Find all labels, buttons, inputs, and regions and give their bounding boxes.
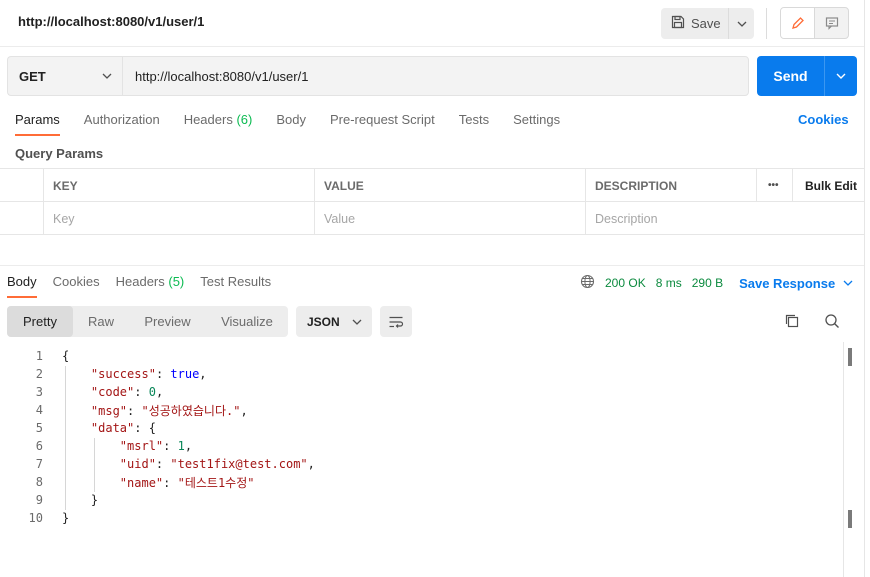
- tab-tests[interactable]: Tests: [459, 112, 489, 136]
- tab-params[interactable]: Params: [15, 112, 60, 136]
- save-button[interactable]: Save: [661, 8, 729, 39]
- send-button[interactable]: Send: [757, 56, 825, 96]
- toolbar-divider: [766, 8, 767, 39]
- response-tab-headers[interactable]: Headers (5): [116, 274, 185, 298]
- cookies-link[interactable]: Cookies: [798, 112, 849, 127]
- code-line: 2 "success": true,: [35, 367, 207, 381]
- scrollbar-marker[interactable]: [848, 510, 852, 528]
- format-select[interactable]: JSON: [296, 306, 372, 337]
- column-key: KEY: [43, 169, 314, 202]
- view-pretty-button[interactable]: Pretty: [7, 306, 73, 337]
- code-line: 8 "name": "테스트1수정": [35, 475, 255, 490]
- headers-count: (6): [236, 112, 253, 127]
- save-dropdown-button[interactable]: [729, 8, 754, 39]
- table-row: Key Value Description: [0, 202, 864, 235]
- indent-guide: [65, 366, 66, 510]
- column-description: DESCRIPTION: [585, 169, 756, 202]
- save-icon: [671, 15, 685, 32]
- indent-guide: [94, 438, 95, 492]
- pane-border: [864, 0, 865, 577]
- code-line: 1{: [35, 349, 70, 363]
- view-preview-button[interactable]: Preview: [129, 306, 206, 337]
- code-line: 10}: [28, 511, 70, 525]
- status-code[interactable]: 200 OK: [605, 276, 646, 290]
- mode-toggle: [780, 7, 849, 39]
- copy-icon[interactable]: [784, 313, 800, 332]
- response-size[interactable]: 290 B: [692, 276, 723, 290]
- save-button-group: Save: [661, 8, 754, 39]
- response-tabs: Body Cookies Headers (5) Test Results: [7, 274, 287, 298]
- response-tab-body[interactable]: Body: [7, 274, 37, 298]
- description-input[interactable]: Description: [585, 202, 864, 235]
- request-tabs: Params Authorization Headers (6) Body Pr…: [15, 112, 584, 136]
- globe-icon[interactable]: [580, 274, 595, 292]
- view-raw-button[interactable]: Raw: [73, 306, 129, 337]
- response-headers-count: (5): [168, 274, 185, 289]
- url-input[interactable]: http://localhost:8080/v1/user/1: [122, 56, 749, 96]
- request-title[interactable]: http://localhost:8080/v1/user/1: [18, 14, 204, 29]
- format-label: JSON: [307, 314, 340, 329]
- documentation-mode-button[interactable]: [815, 8, 848, 38]
- wrap-lines-button[interactable]: [380, 306, 412, 337]
- chevron-down-icon: [843, 280, 853, 286]
- wrap-icon: [389, 316, 404, 328]
- response-time[interactable]: 8 ms: [656, 276, 682, 290]
- tab-body[interactable]: Body: [276, 112, 306, 136]
- chevron-down-icon: [352, 319, 362, 325]
- code-line: 9 }: [35, 493, 99, 507]
- tab-headers[interactable]: Headers (6): [184, 112, 253, 136]
- response-body-editor[interactable]: 1{ 2 "success": true, 3 "code": 0, 4 "ms…: [0, 347, 842, 527]
- chevron-down-icon: [737, 21, 746, 27]
- code-line: 3 "code": 0,: [35, 385, 164, 399]
- comment-icon: [825, 17, 838, 30]
- code-line: 6 "msrl": 1,: [35, 439, 193, 453]
- pencil-icon: [791, 17, 804, 29]
- column-value: VALUE: [314, 169, 585, 202]
- response-meta: 200 OK 8 ms 290 B Save Response: [580, 274, 853, 292]
- editor-scroll-divider: [843, 342, 844, 577]
- query-params-table: KEY VALUE DESCRIPTION ••• Bulk Edit Key …: [0, 168, 864, 235]
- bulk-edit-button[interactable]: Bulk Edit: [792, 169, 864, 202]
- save-response-button[interactable]: Save Response: [739, 276, 853, 291]
- search-icon[interactable]: [824, 313, 840, 332]
- tab-pre-request-script[interactable]: Pre-request Script: [330, 112, 435, 136]
- code-line: 7 "uid": "test1fix@test.com",: [35, 457, 315, 471]
- url-value: http://localhost:8080/v1/user/1: [135, 68, 309, 84]
- edit-mode-button[interactable]: [781, 8, 815, 38]
- more-options-button[interactable]: •••: [756, 169, 792, 202]
- view-mode-group: Pretty Raw Preview Visualize: [7, 306, 288, 337]
- send-dropdown-button[interactable]: [825, 56, 857, 96]
- query-params-title: Query Params: [15, 146, 104, 161]
- tab-settings[interactable]: Settings: [513, 112, 560, 136]
- method-label: GET: [19, 68, 46, 84]
- save-label: Save: [691, 16, 721, 31]
- chevron-down-icon: [836, 73, 846, 79]
- tab-authorization[interactable]: Authorization: [84, 112, 160, 136]
- response-tab-cookies[interactable]: Cookies: [53, 274, 100, 298]
- view-visualize-button[interactable]: Visualize: [206, 306, 288, 337]
- code-line: 4 "msg": "성공하였습니다.",: [35, 403, 248, 418]
- code-line: 5 "data": {: [35, 421, 156, 435]
- response-tab-test-results[interactable]: Test Results: [200, 274, 271, 298]
- value-input[interactable]: Value: [314, 202, 585, 235]
- scrollbar-marker[interactable]: [848, 348, 852, 366]
- pane-divider: [0, 265, 864, 266]
- key-input[interactable]: Key: [43, 202, 314, 235]
- chevron-down-icon: [102, 73, 112, 79]
- table-header-row: KEY VALUE DESCRIPTION ••• Bulk Edit: [0, 169, 864, 202]
- method-select[interactable]: GET: [7, 56, 122, 96]
- send-button-group: Send: [757, 56, 857, 96]
